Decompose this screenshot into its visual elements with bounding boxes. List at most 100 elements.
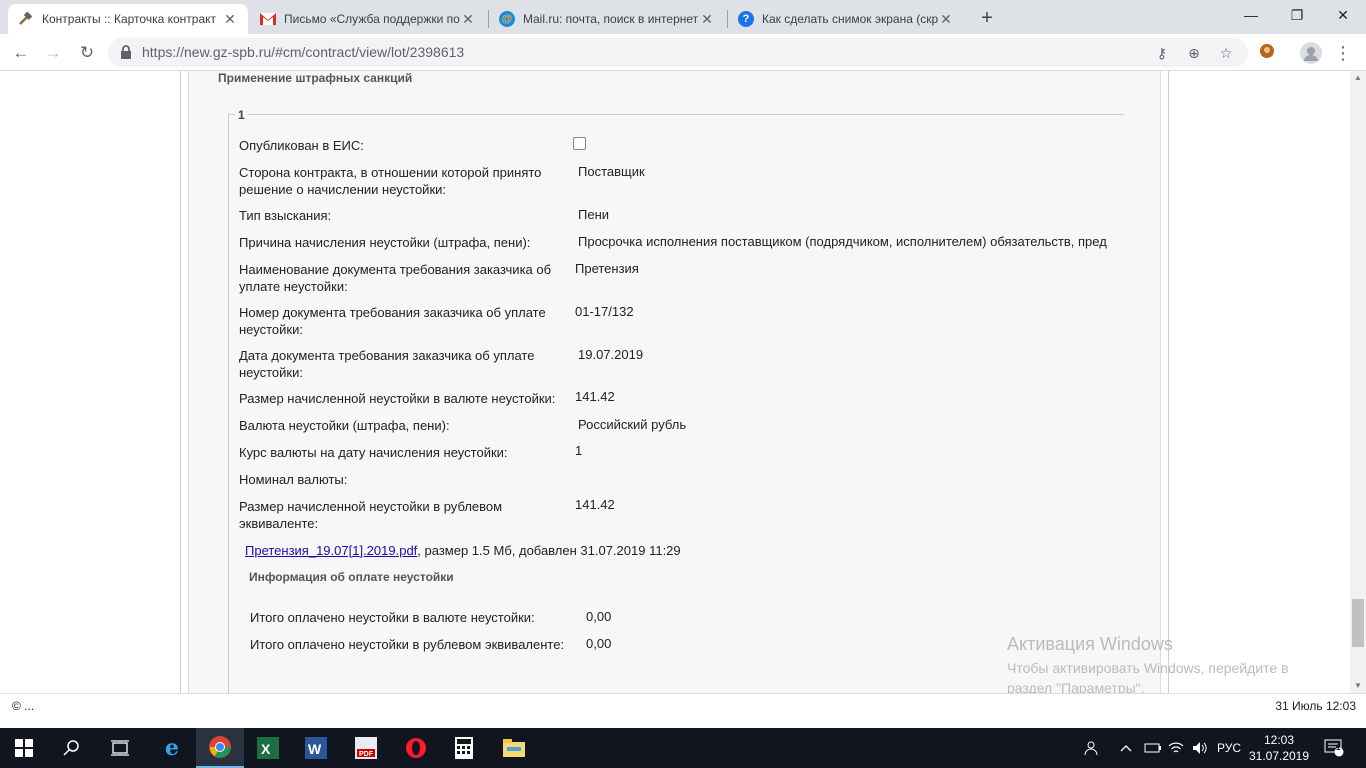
browser-toolbar: ← → ↻ https://new.gz-spb.ru/#cm/contract… [0, 34, 1366, 71]
word-icon[interactable]: W [292, 728, 340, 768]
scroll-down-arrow[interactable]: ▼ [1350, 679, 1366, 693]
tab-mailru[interactable]: @ Mail.ru: почта, поиск в интернет ✕ [489, 4, 725, 34]
file-info: , размер 1.5 Мб, добавлен 31.07.2019 11:… [417, 543, 681, 558]
tab-contracts[interactable]: Контракты :: Карточка контракт ✕ [8, 4, 248, 34]
field-value-party: Поставщик [578, 164, 645, 179]
search-icon[interactable] [48, 728, 96, 768]
file-explorer-icon[interactable] [490, 728, 538, 768]
calculator-icon[interactable] [440, 728, 488, 768]
svg-text:X: X [261, 741, 271, 757]
forward-button[interactable]: → [40, 40, 66, 66]
field-value-currency: Российский рубль [578, 417, 687, 432]
reload-button[interactable]: ↻ [74, 40, 100, 66]
zoom-icon[interactable]: ⊕ [1184, 43, 1204, 63]
extension-icon[interactable] [1256, 42, 1278, 64]
menu-icon[interactable]: ⋮ [1332, 42, 1354, 64]
paid-rub-value: 0,00 [586, 636, 612, 651]
fieldset-legend: 1 [235, 108, 248, 122]
payment-info-title: Информация об оплате неустойки [249, 570, 454, 584]
volume-icon[interactable] [1192, 728, 1208, 768]
field-value-amount-currency: 141.42 [575, 389, 615, 404]
tab-screenshot[interactable]: ? Как сделать снимок экрана (скр ✕ [728, 4, 964, 34]
people-icon[interactable] [1084, 728, 1100, 768]
back-button[interactable]: ← [8, 40, 34, 66]
activation-watermark-text: Чтобы активировать Windows, перейдите в … [1007, 660, 1289, 696]
paid-currency-label: Итого оплачено неустойки в валюте неусто… [250, 610, 535, 625]
globe-icon: ? [738, 11, 754, 27]
file-link[interactable]: Претензия_19.07[1].2019.pdf [245, 543, 417, 558]
field-value-rate: 1 [575, 443, 583, 458]
published-checkbox[interactable] [573, 137, 586, 150]
field-value-penalty-type: Пени [578, 207, 610, 222]
opera-icon[interactable] [392, 728, 440, 768]
key-icon[interactable]: ⚷ [1152, 43, 1172, 63]
close-window-button[interactable]: ✕ [1320, 0, 1366, 30]
field-label-doc-name: Наименование документа требования заказч… [239, 262, 552, 294]
address-bar[interactable]: https://new.gz-spb.ru/#cm/contract/view/… [108, 38, 1248, 67]
hammer-icon [18, 11, 34, 27]
scroll-up-arrow[interactable]: ▲ [1350, 71, 1366, 85]
tab-title: Как сделать снимок экрана (скр [762, 12, 938, 26]
scroll-thumb[interactable] [1352, 599, 1364, 647]
field-value-doc-number: 01-17/132 [575, 304, 634, 319]
battery-icon[interactable] [1144, 728, 1162, 768]
pdf-icon[interactable]: PDF [342, 728, 390, 768]
windows-taskbar: e X W PDF РУС 12:03 31.07.2019 1 [0, 728, 1366, 768]
field-label-published: Опубликован в ЕИС: [239, 138, 364, 153]
field-label-doc-number: Номер документа требования заказчика об … [239, 305, 546, 337]
close-icon[interactable]: ✕ [938, 11, 954, 28]
field-label-reason: Причина начисления неустойки (штрафа, пе… [239, 235, 531, 250]
close-icon[interactable]: ✕ [460, 11, 476, 28]
field-label-amount-currency: Размер начисленной неустойки в валюте не… [239, 391, 556, 406]
clock-time: 12:03 [1263, 733, 1295, 747]
tab-gmail[interactable]: Письмо «Служба поддержки по ✕ [250, 4, 486, 34]
attached-file: Претензия_19.07[1].2019.pdf, размер 1.5 … [245, 543, 681, 558]
field-value-reason: Просрочка исполнения поставщиком (подряд… [578, 234, 1107, 249]
start-button[interactable] [0, 728, 48, 768]
mailru-icon: @ [499, 11, 515, 27]
status-bar: © ... 31 Июль 12:03 [0, 693, 1366, 728]
windows-logo-icon [15, 739, 33, 757]
gmail-icon [260, 11, 276, 27]
field-label-party: Сторона контракта, в отношении которой п… [239, 165, 542, 197]
tab-title: Mail.ru: почта, поиск в интернет [523, 12, 699, 26]
field-value-doc-name: Претензия [575, 261, 639, 276]
close-icon[interactable]: ✕ [699, 11, 715, 28]
minimize-button[interactable]: — [1228, 0, 1274, 30]
field-label-nominal: Номинал валюты: [239, 472, 348, 487]
url-text: https://new.gz-spb.ru/#cm/contract/view/… [142, 44, 465, 60]
ie-icon[interactable]: e [148, 728, 196, 768]
lock-icon [120, 45, 132, 59]
close-icon[interactable]: ✕ [222, 11, 238, 28]
field-label-amount-rub: Размер начисленной неустойки в рублевом … [239, 499, 503, 531]
field-value-doc-date: 19.07.2019 [578, 347, 644, 362]
svg-text:W: W [308, 741, 322, 757]
notification-count: 1 [1336, 743, 1341, 752]
profile-avatar-icon[interactable] [1300, 42, 1322, 64]
notification-icon[interactable]: 1 [1324, 728, 1344, 768]
tab-title: Контракты :: Карточка контракт [42, 12, 217, 26]
field-label-currency: Валюта неустойки (штрафа, пени): [239, 418, 450, 433]
chevron-up-icon[interactable] [1120, 728, 1132, 768]
paid-rub-label: Итого оплачено неустойки в рублевом экви… [250, 637, 565, 652]
page-content: Применение штрафных санкций 1 Опубликова… [0, 71, 1366, 693]
svg-text:PDF: PDF [359, 751, 374, 758]
wifi-icon[interactable] [1168, 728, 1184, 768]
activation-watermark-title: Активация Windows [1007, 634, 1173, 654]
page-scrollbar[interactable]: ▲ ▼ [1350, 71, 1366, 693]
system-clock[interactable]: 12:03 31.07.2019 [1244, 732, 1314, 764]
field-value-amount-rub: 141.42 [575, 497, 615, 512]
chrome-icon[interactable] [196, 728, 244, 768]
excel-icon[interactable]: X [244, 728, 292, 768]
star-icon[interactable]: ☆ [1216, 43, 1236, 63]
field-label-penalty-type: Тип взыскания: [239, 208, 332, 223]
new-tab-button[interactable]: + [975, 6, 999, 30]
restore-button[interactable]: ❐ [1274, 0, 1320, 30]
language-indicator[interactable]: РУС [1217, 728, 1241, 768]
status-left-text: © ... [12, 699, 35, 713]
field-label-doc-date: Дата документа требования заказчика об у… [239, 348, 535, 380]
clock-date: 31.07.2019 [1248, 749, 1310, 763]
task-view-icon[interactable] [96, 728, 144, 768]
tab-title: Письмо «Служба поддержки по [284, 12, 460, 26]
tab-strip: Контракты :: Карточка контракт ✕ Письмо … [0, 0, 1366, 34]
